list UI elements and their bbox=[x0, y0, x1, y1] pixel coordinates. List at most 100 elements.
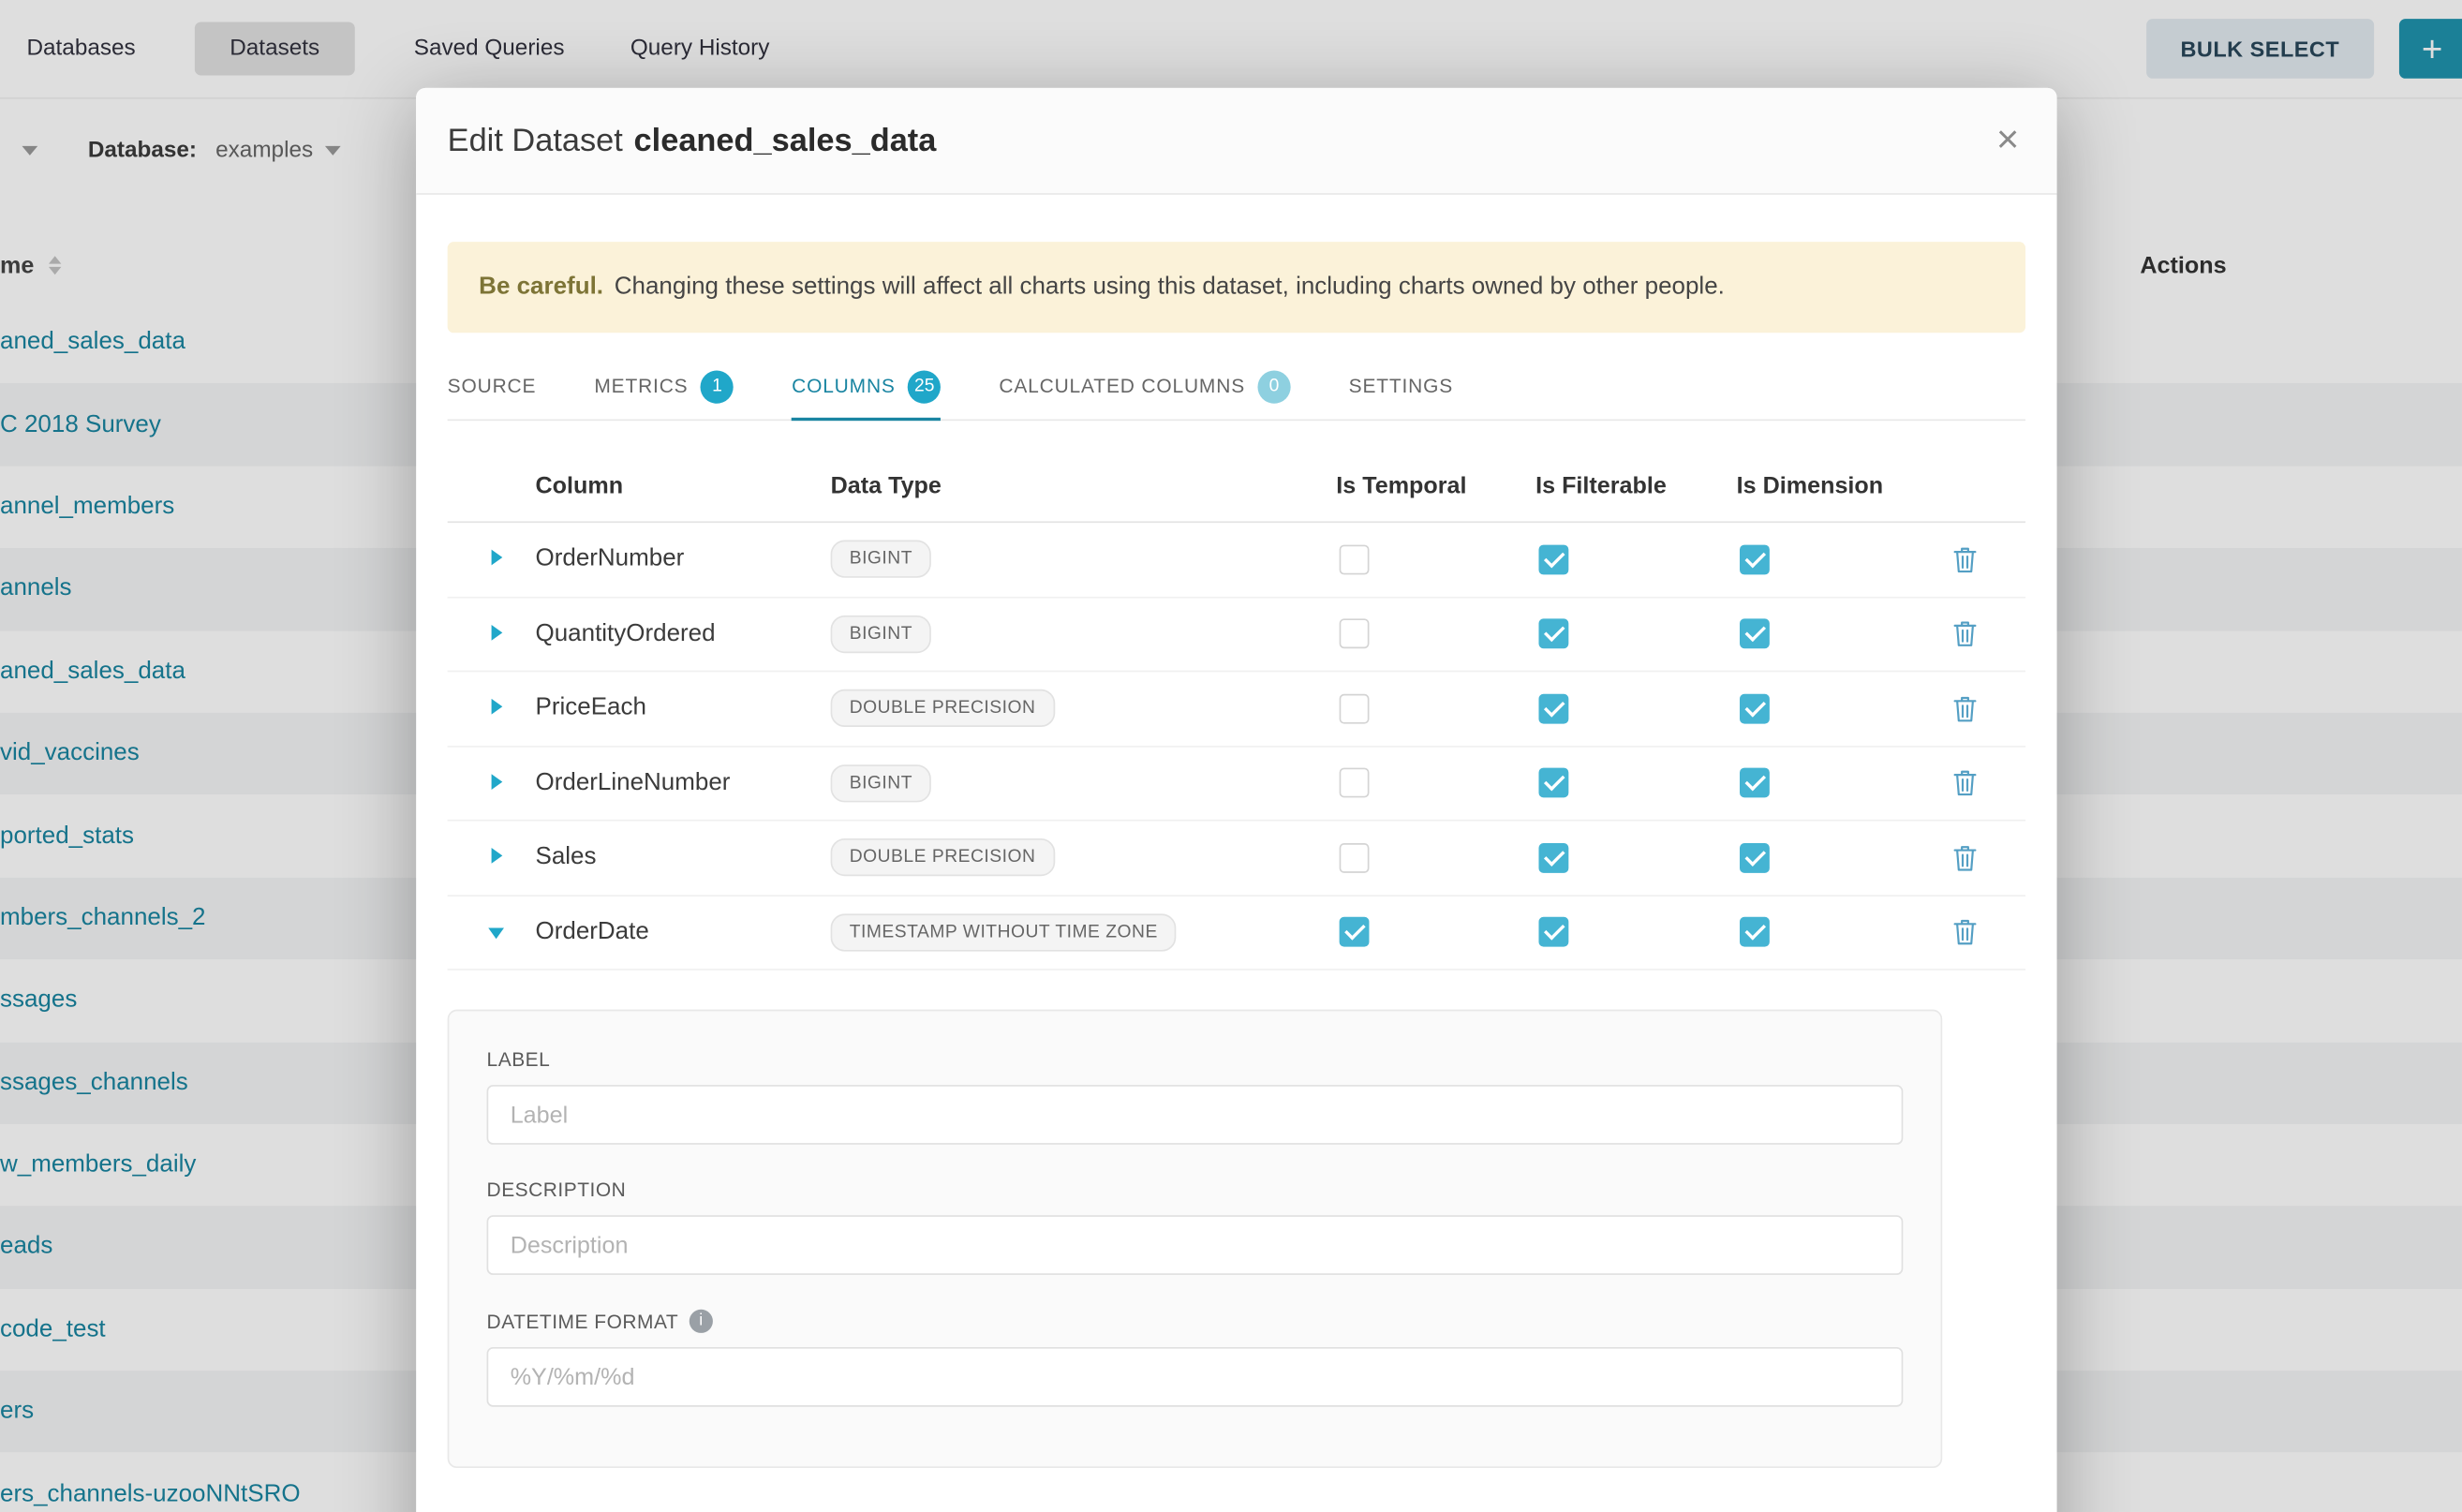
is-temporal-cell bbox=[1336, 693, 1535, 723]
tab-label: CALCULATED COLUMNS bbox=[999, 376, 1245, 397]
column-row: PriceEach DOUBLE PRECISION bbox=[448, 672, 2025, 747]
datetime-format-input[interactable] bbox=[487, 1347, 1904, 1407]
columns-table-header: Column Data Type Is Temporal Is Filterab… bbox=[448, 449, 2025, 523]
expand-caret-icon[interactable] bbox=[492, 848, 503, 864]
is-temporal-cell bbox=[1336, 843, 1535, 873]
tab-label: SOURCE bbox=[448, 376, 537, 397]
column-row: OrderDate TIMESTAMP WITHOUT TIME ZONE bbox=[448, 896, 2025, 971]
tab-calculated-columns[interactable]: CALCULATED COLUMNS 0 bbox=[999, 353, 1290, 419]
expand-caret-icon[interactable] bbox=[492, 625, 503, 641]
column-row: Sales DOUBLE PRECISION bbox=[448, 822, 2025, 897]
delete-cell bbox=[1953, 546, 2025, 572]
is-filterable-checkbox[interactable] bbox=[1538, 768, 1568, 798]
expand-caret-icon[interactable] bbox=[492, 774, 503, 790]
data-type-pill: DOUBLE PRECISION bbox=[831, 689, 1055, 727]
tab-source[interactable]: SOURCE bbox=[448, 353, 537, 419]
is-temporal-checkbox[interactable] bbox=[1340, 693, 1370, 723]
datetime-format-label-text: DATETIME FORMAT bbox=[487, 1311, 679, 1332]
data-type-cell: BIGINT bbox=[831, 615, 1337, 653]
tab-columns[interactable]: COLUMNS 25 bbox=[792, 353, 941, 419]
column-header: Column bbox=[536, 472, 831, 498]
delete-column-icon[interactable] bbox=[1953, 695, 1977, 721]
tab-settings[interactable]: SETTINGS bbox=[1349, 353, 1453, 419]
is-filterable-checkbox[interactable] bbox=[1538, 544, 1568, 574]
is-filterable-checkbox[interactable] bbox=[1538, 917, 1568, 947]
is-temporal-checkbox[interactable] bbox=[1340, 544, 1370, 574]
description-input[interactable] bbox=[487, 1215, 1904, 1275]
tab-count-badge: 25 bbox=[908, 370, 941, 403]
is-filterable-cell bbox=[1535, 693, 1737, 723]
modal-tabs: SOURCE METRICS 1 COLUMNS 25 CALCULATED C… bbox=[448, 353, 2025, 421]
caret-cell bbox=[448, 545, 536, 573]
expand-caret-icon[interactable] bbox=[488, 927, 504, 939]
modal-title-prefix: Edit Dataset bbox=[448, 122, 623, 158]
is-filterable-cell bbox=[1535, 768, 1737, 798]
expand-caret-icon[interactable] bbox=[492, 699, 503, 715]
is-filterable-checkbox[interactable] bbox=[1538, 619, 1568, 649]
delete-cell bbox=[1953, 695, 2025, 721]
is-temporal-checkbox[interactable] bbox=[1340, 768, 1370, 798]
delete-column-icon[interactable] bbox=[1953, 620, 1977, 646]
delete-column-icon[interactable] bbox=[1953, 770, 1977, 796]
modal-header: Edit Dataset cleaned_sales_data × bbox=[416, 88, 2056, 195]
tab-label: COLUMNS bbox=[792, 376, 896, 397]
is-temporal-checkbox[interactable] bbox=[1340, 843, 1370, 873]
data-type-pill: BIGINT bbox=[831, 541, 931, 578]
tab-label: SETTINGS bbox=[1349, 376, 1453, 397]
is-filterable-checkbox[interactable] bbox=[1538, 693, 1568, 723]
is-temporal-checkbox[interactable] bbox=[1340, 619, 1370, 649]
expand-caret-icon[interactable] bbox=[492, 550, 503, 566]
delete-column-icon[interactable] bbox=[1953, 844, 1977, 870]
column-name: OrderLineNumber bbox=[536, 769, 831, 797]
is-dimension-checkbox[interactable] bbox=[1740, 693, 1770, 723]
is-temporal-header: Is Temporal bbox=[1336, 472, 1535, 498]
is-dimension-cell bbox=[1737, 544, 1953, 574]
is-dimension-checkbox[interactable] bbox=[1740, 843, 1770, 873]
warning-banner-text: Changing these settings will affect all … bbox=[615, 274, 1725, 302]
is-dimension-checkbox[interactable] bbox=[1740, 768, 1770, 798]
delete-column-icon[interactable] bbox=[1953, 919, 1977, 945]
is-temporal-cell bbox=[1336, 544, 1535, 574]
is-dimension-checkbox[interactable] bbox=[1740, 619, 1770, 649]
close-icon[interactable]: × bbox=[1990, 114, 2025, 166]
column-row: OrderNumber BIGINT bbox=[448, 523, 2025, 598]
is-filterable-cell bbox=[1535, 917, 1737, 947]
is-temporal-cell bbox=[1336, 917, 1535, 947]
is-dimension-cell bbox=[1737, 768, 1953, 798]
column-name: OrderDate bbox=[536, 918, 831, 946]
caret-cell bbox=[448, 843, 536, 871]
label-input[interactable] bbox=[487, 1085, 1904, 1145]
warning-banner-title: Be careful. bbox=[479, 274, 603, 302]
data-type-cell: DOUBLE PRECISION bbox=[831, 689, 1337, 727]
is-filterable-cell bbox=[1535, 619, 1737, 649]
caret-cell bbox=[448, 620, 536, 648]
data-type-cell: TIMESTAMP WITHOUT TIME ZONE bbox=[831, 913, 1337, 951]
column-name: PriceEach bbox=[536, 694, 831, 722]
data-type-pill: TIMESTAMP WITHOUT TIME ZONE bbox=[831, 913, 1177, 951]
column-detail-panel: LABEL DESCRIPTION DATETIME FORMAT i bbox=[448, 1010, 1943, 1468]
is-temporal-checkbox[interactable] bbox=[1340, 917, 1370, 947]
modal-body: Be careful. Changing these settings will… bbox=[416, 242, 2056, 1512]
delete-cell bbox=[1953, 844, 2025, 870]
is-dimension-header: Is Dimension bbox=[1737, 472, 1953, 498]
delete-cell bbox=[1953, 620, 2025, 646]
label-field-label: LABEL bbox=[487, 1049, 1904, 1071]
tab-metrics[interactable]: METRICS 1 bbox=[594, 353, 734, 419]
is-filterable-cell bbox=[1535, 843, 1737, 873]
tab-label: METRICS bbox=[594, 376, 688, 397]
is-dimension-checkbox[interactable] bbox=[1740, 544, 1770, 574]
column-row: QuantityOrdered BIGINT bbox=[448, 598, 2025, 673]
info-icon[interactable]: i bbox=[690, 1310, 713, 1333]
description-field-label: DESCRIPTION bbox=[487, 1179, 1904, 1201]
column-name: QuantityOrdered bbox=[536, 620, 831, 648]
is-dimension-cell bbox=[1737, 843, 1953, 873]
data-type-cell: BIGINT bbox=[831, 764, 1337, 802]
is-temporal-cell bbox=[1336, 619, 1535, 649]
modal-title-dataset-name: cleaned_sales_data bbox=[634, 122, 937, 158]
is-dimension-cell bbox=[1737, 917, 1953, 947]
is-filterable-checkbox[interactable] bbox=[1538, 843, 1568, 873]
is-dimension-cell bbox=[1737, 693, 1953, 723]
data-type-pill: BIGINT bbox=[831, 764, 931, 802]
delete-column-icon[interactable] bbox=[1953, 546, 1977, 572]
is-dimension-checkbox[interactable] bbox=[1740, 917, 1770, 947]
